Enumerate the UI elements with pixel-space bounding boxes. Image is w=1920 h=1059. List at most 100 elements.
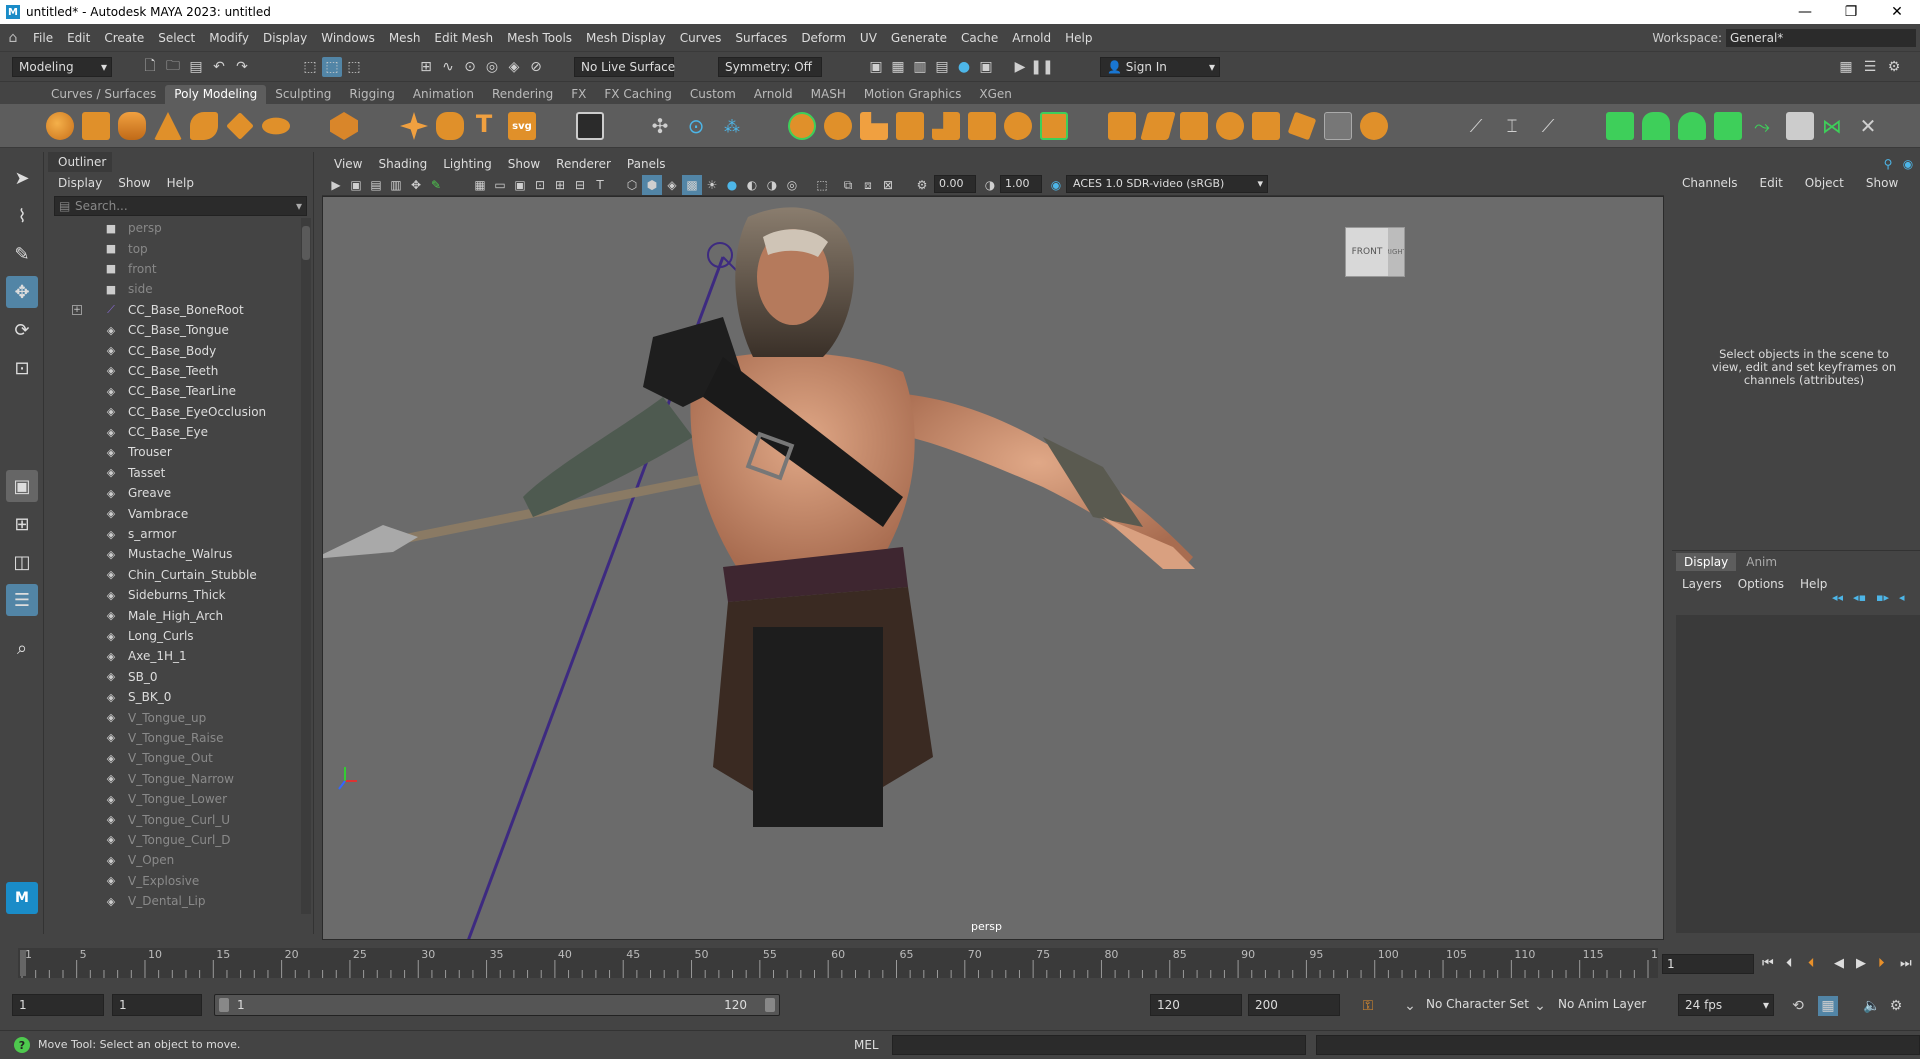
undo-icon[interactable]: ↶ bbox=[209, 57, 229, 77]
image-plane-icon[interactable]: ▥ bbox=[386, 175, 406, 195]
outliner-layout-icon[interactable]: ☰ bbox=[6, 584, 38, 616]
ambient-occlusion-icon[interactable]: ◐ bbox=[742, 175, 762, 195]
save-scene-icon[interactable]: ▤ bbox=[186, 57, 206, 77]
gamma-field[interactable]: 1.00 bbox=[1000, 175, 1042, 193]
range-handle-right[interactable] bbox=[765, 998, 775, 1012]
workspace-selector[interactable]: Workspace: General* bbox=[1652, 24, 1920, 52]
chevron-down-icon[interactable]: ▾ bbox=[296, 199, 302, 213]
outliner-item[interactable]: ◈ CC_Base_TearLine bbox=[48, 381, 300, 401]
bookmark-icon[interactable]: ▤ bbox=[366, 175, 386, 195]
outliner-item[interactable]: ◈ CC_Base_Eye bbox=[48, 422, 300, 442]
uv-editor-icon[interactable] bbox=[576, 112, 604, 140]
outliner-item[interactable]: ◈ V_Dental_Lip bbox=[48, 891, 300, 911]
select-object-icon[interactable]: ⬚ bbox=[322, 57, 342, 77]
minimize-button[interactable]: — bbox=[1782, 0, 1828, 24]
menu-mesh[interactable]: Mesh bbox=[382, 31, 428, 45]
outliner-item[interactable]: ◈ CC_Base_Body bbox=[48, 340, 300, 360]
tab-rendering[interactable]: Rendering bbox=[483, 85, 562, 104]
menu-select[interactable]: Select bbox=[151, 31, 202, 45]
move-layer-down-icon[interactable]: ◂▪ bbox=[1853, 591, 1866, 604]
channel-edit-menu[interactable]: Edit bbox=[1760, 176, 1783, 190]
gamma-icon[interactable]: ◑ bbox=[980, 175, 1000, 195]
menu-modify[interactable]: Modify bbox=[202, 31, 256, 45]
menu-edit[interactable]: Edit bbox=[60, 31, 97, 45]
modeling-toolkit-icon[interactable]: ▦ bbox=[1836, 57, 1856, 77]
outliner-item[interactable]: ◈ Tasset bbox=[48, 463, 300, 483]
attribute-editor-tab-icon[interactable]: ◉ bbox=[1898, 154, 1918, 174]
safe-action-icon[interactable]: ⊟ bbox=[570, 175, 590, 195]
poke-icon[interactable] bbox=[1360, 112, 1388, 140]
go-to-end-icon[interactable]: ⏭ bbox=[1900, 956, 1912, 971]
outliner-item[interactable]: ◈ Vambrace bbox=[48, 503, 300, 523]
channel-box-icon[interactable]: ⚲ bbox=[1878, 154, 1898, 174]
two-view-layout-icon[interactable]: ◫ bbox=[6, 546, 38, 578]
menu-curves[interactable]: Curves bbox=[673, 31, 729, 45]
channel-show-menu[interactable]: Show bbox=[1866, 176, 1898, 190]
add-divisions-icon[interactable] bbox=[968, 112, 996, 140]
outliner-item[interactable]: ◈ V_Tongue_Raise bbox=[48, 728, 300, 748]
new-scene-icon[interactable]: 🗋 bbox=[140, 57, 160, 77]
single-perspective-layout-icon[interactable]: ▣ bbox=[6, 470, 38, 502]
soft-select-icon[interactable]: ⟋ bbox=[1466, 116, 1486, 137]
render-frame-icon[interactable]: ▣ bbox=[866, 57, 886, 77]
snap-view-icon[interactable]: ◎ bbox=[482, 57, 502, 77]
animation-preferences-icon[interactable]: ⚙ bbox=[1886, 996, 1906, 1016]
chevron-down-icon[interactable]: ⌄ bbox=[1400, 996, 1420, 1016]
poly-cone-icon[interactable] bbox=[154, 112, 182, 140]
offset-edge-loop-icon[interactable] bbox=[1252, 112, 1280, 140]
menu-surfaces[interactable]: Surfaces bbox=[728, 31, 794, 45]
outliner-item[interactable]: ◈ s_armor bbox=[48, 524, 300, 544]
step-forward-key-icon[interactable]: ⏵ bbox=[1878, 956, 1885, 971]
playback-start-field[interactable]: 1 bbox=[112, 994, 202, 1016]
outliner-item[interactable]: ◈ Trouser bbox=[48, 442, 300, 462]
menu-mesh-tools[interactable]: Mesh Tools bbox=[500, 31, 579, 45]
audio-icon[interactable]: 🔈 bbox=[1862, 996, 1882, 1016]
outliner-menu-display[interactable]: Display bbox=[58, 176, 102, 190]
outliner-item[interactable]: ◈ Greave bbox=[48, 483, 300, 503]
shadows-icon[interactable]: ● bbox=[722, 175, 742, 195]
render-settings-icon[interactable]: ▤ bbox=[932, 57, 952, 77]
outliner-item[interactable]: ◈ Axe_1H_1 bbox=[48, 646, 300, 666]
field-chart-icon[interactable]: ⊞ bbox=[550, 175, 570, 195]
cut-uv-icon[interactable]: ⤳ bbox=[1752, 114, 1772, 138]
mel-input[interactable] bbox=[892, 1035, 1306, 1055]
outliner-item[interactable]: ◈ V_Tongue_Curl_U bbox=[48, 809, 300, 829]
bevel-edge-icon[interactable]: ⌶ bbox=[1502, 116, 1522, 137]
planar-map-icon[interactable] bbox=[1606, 112, 1634, 140]
outliner-item[interactable]: ◈ Male_High_Arch bbox=[48, 605, 300, 625]
menu-edit-mesh[interactable]: Edit Mesh bbox=[427, 31, 500, 45]
menu-create[interactable]: Create bbox=[97, 31, 151, 45]
fps-dropdown[interactable]: 24 fps ▾ bbox=[1678, 994, 1774, 1016]
outliner-item[interactable]: ◈ V_Open bbox=[48, 850, 300, 870]
type-tool-icon[interactable]: T bbox=[474, 110, 494, 138]
anim-layer-field[interactable]: No Anim Layer bbox=[1552, 994, 1656, 1016]
isolate-select-icon[interactable]: ⬚ bbox=[812, 175, 832, 195]
xray-icon[interactable]: ⧉ bbox=[838, 175, 858, 195]
extrude-icon[interactable] bbox=[860, 112, 888, 140]
live-surface-field[interactable]: No Live Surface bbox=[574, 57, 675, 77]
menu-help[interactable]: Help bbox=[1058, 31, 1099, 45]
range-bar[interactable]: 1 120 bbox=[214, 994, 780, 1016]
snap-surface-icon[interactable]: ◈ bbox=[504, 57, 524, 77]
go-to-start-icon[interactable]: ⏮ bbox=[1762, 956, 1774, 971]
redo-icon[interactable]: ↷ bbox=[232, 57, 252, 77]
scroll-thumb[interactable] bbox=[302, 226, 310, 260]
restore-button[interactable]: ❐ bbox=[1828, 0, 1874, 24]
svg-tool-icon[interactable]: svg bbox=[508, 112, 536, 140]
viewport-menu-lighting[interactable]: Lighting bbox=[437, 157, 498, 171]
rotate-tool-icon[interactable]: ⟳ bbox=[6, 314, 38, 346]
color-space-dropdown[interactable]: ACES 1.0 SDR-video (sRGB) ▾ bbox=[1066, 175, 1268, 193]
tab-xgen[interactable]: XGen bbox=[970, 85, 1021, 104]
menuset-dropdown[interactable]: Modeling ▾ bbox=[12, 57, 112, 77]
outliner-item[interactable]: ◈ Chin_Curtain_Stubble bbox=[48, 565, 300, 585]
viewport-persp[interactable]: FRONT RIGHT persp bbox=[322, 196, 1664, 940]
smooth-icon[interactable]: ⁂ bbox=[722, 116, 742, 136]
play-backward-icon[interactable]: ◀ bbox=[1834, 956, 1844, 971]
connect-icon[interactable] bbox=[1180, 112, 1208, 140]
outliner-item[interactable]: ◈ CC_Base_Teeth bbox=[48, 361, 300, 381]
tab-sculpting[interactable]: Sculpting bbox=[266, 85, 340, 104]
play-icon[interactable]: ▶ bbox=[1010, 57, 1030, 77]
tool-settings-icon[interactable]: ⚙ bbox=[1884, 57, 1904, 77]
step-back-icon[interactable]: ⏴ bbox=[1786, 956, 1793, 971]
expand-icon[interactable]: + bbox=[72, 304, 82, 315]
